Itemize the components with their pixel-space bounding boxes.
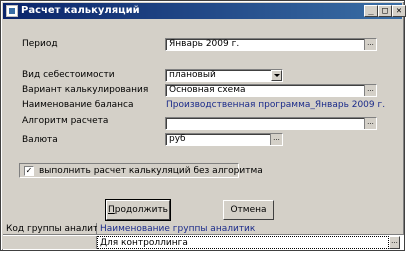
close-button[interactable]: ✕: [392, 5, 406, 17]
algorithm-field[interactable]: ...: [165, 117, 377, 130]
currency-value: руб: [169, 134, 186, 144]
currency-field[interactable]: руб ...: [165, 133, 283, 146]
algorithm-label: Алгоритм расчета: [22, 116, 109, 126]
period-field[interactable]: Январь 2009 г. ...: [165, 38, 377, 51]
calc-variant-label: Вариант калькулирования: [22, 85, 149, 95]
continue-mnemonic: П: [108, 205, 115, 215]
period-ellipsis-button[interactable]: ...: [364, 39, 376, 50]
balance-name-label: Наименование баланса: [22, 100, 134, 110]
calc-variant-ellipsis-button[interactable]: ...: [364, 85, 376, 96]
window-title: Расчет калькуляций: [21, 5, 140, 16]
period-value: Январь 2009 г.: [169, 39, 240, 49]
minimize-button[interactable]: _: [364, 5, 378, 17]
analytics-group-grid: Код группы аналитик Наименование группы …: [3, 223, 404, 250]
cost-type-dropdown-icon[interactable]: [271, 70, 282, 81]
row-1-ellipsis-button[interactable]: ...: [389, 236, 400, 249]
no-algorithm-checkbox[interactable]: ✓: [24, 166, 34, 176]
no-algorithm-checkbox-group: ✓ выполнить расчет калькуляций без алгор…: [19, 163, 263, 178]
maximize-button[interactable]: □: [378, 5, 392, 17]
row-1-code-cell[interactable]: [3, 236, 97, 249]
cost-type-label: Вид себестоимости: [22, 70, 115, 80]
column-header-code[interactable]: Код группы аналитик: [3, 223, 110, 235]
period-label: Период: [22, 39, 58, 49]
calculation-window: Расчет калькуляций _ □ ✕ Период Январь 2…: [0, 0, 406, 251]
balance-name-value: Производственная программа_Январь 2009 г…: [166, 100, 386, 110]
app-icon: [6, 5, 18, 17]
currency-ellipsis-button[interactable]: ...: [270, 134, 282, 145]
currency-label: Валюта: [22, 135, 58, 145]
continue-button[interactable]: Продолжить: [105, 199, 171, 221]
no-algorithm-checkbox-label[interactable]: выполнить расчет калькуляций без алгорит…: [39, 166, 263, 176]
cost-type-select[interactable]: плановый: [165, 69, 283, 82]
row-1-name-cell[interactable]: Для контроллинга: [97, 236, 389, 249]
cancel-button[interactable]: Отмена: [223, 200, 274, 220]
calc-variant-field[interactable]: Основная схема ...: [165, 84, 377, 97]
column-header-name[interactable]: Наименование группы аналитик: [97, 223, 404, 235]
title-bar[interactable]: Расчет калькуляций _ □ ✕: [3, 3, 406, 19]
algorithm-ellipsis-button[interactable]: ...: [364, 118, 376, 129]
calc-variant-value: Основная схема: [169, 85, 246, 95]
cost-type-value: плановый: [169, 70, 216, 80]
continue-label: родолжить: [114, 205, 168, 215]
